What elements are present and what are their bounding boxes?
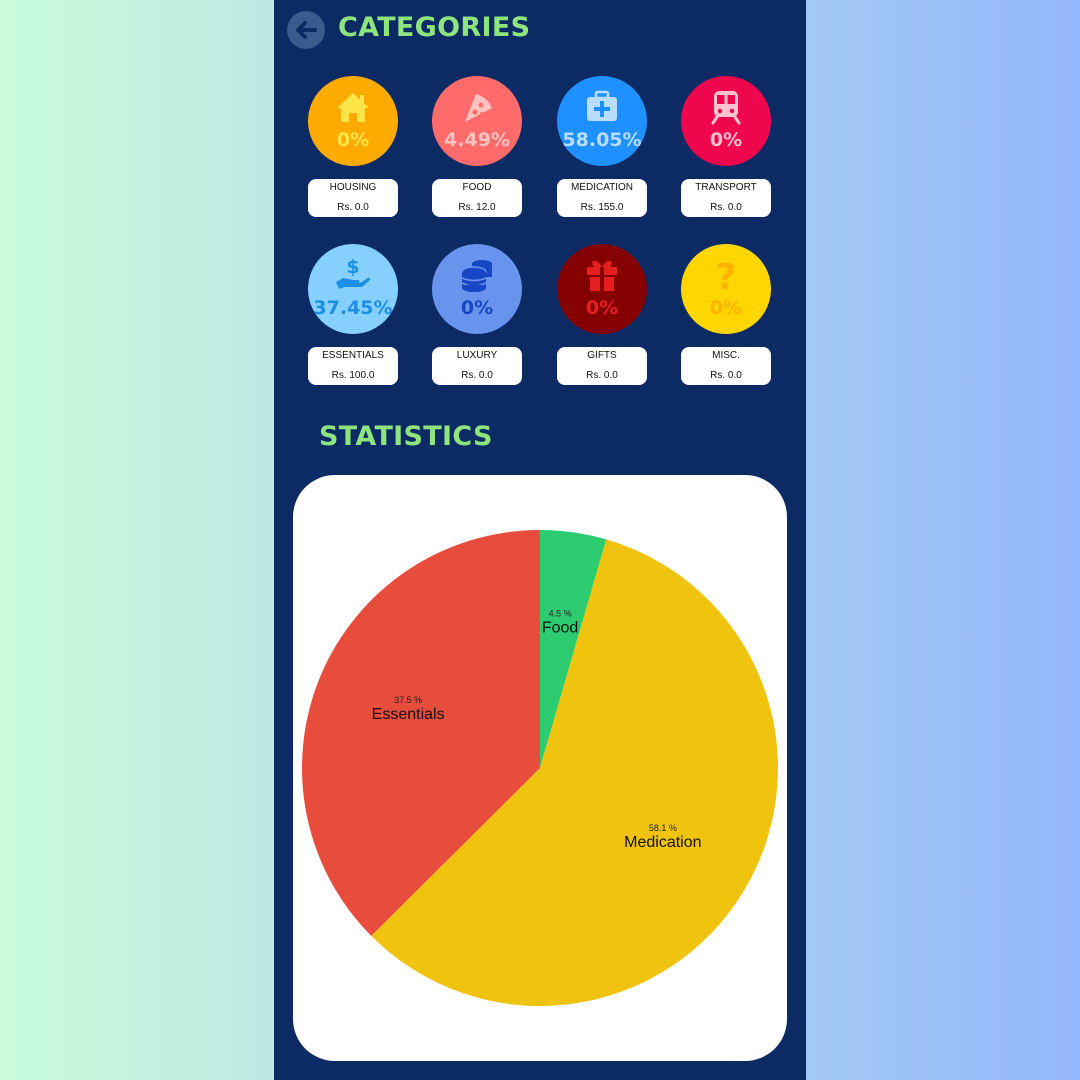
category-card: TRANSPORT Rs. 0.0	[681, 179, 771, 217]
category-card: LUXURY Rs. 0.0	[432, 347, 522, 385]
pie-slice-label: Medication	[624, 834, 701, 851]
category-amount: Rs. 0.0	[337, 202, 369, 213]
category-amount: Rs. 0.0	[586, 370, 618, 381]
category-percent: 58.05%	[562, 129, 642, 151]
svg-text:?: ?	[716, 257, 737, 294]
category-luxury[interactable]: 0% LUXURY Rs. 0.0	[431, 244, 523, 390]
category-icon-circle[interactable]: 0%	[432, 244, 522, 334]
category-name: FOOD	[462, 182, 492, 193]
category-transport[interactable]: 0% TRANSPORT Rs. 0.0	[680, 76, 772, 222]
medkit-icon	[587, 90, 617, 121]
category-amount: Rs. 0.0	[461, 370, 493, 381]
statistics-chart-card: 4.5 % Food 58.1 % Medication 37.5 % Essential…	[293, 475, 787, 1061]
category-icon-circle[interactable]: 4.49%	[432, 76, 522, 166]
train-icon	[711, 91, 741, 125]
category-name: GIFTS	[587, 350, 617, 361]
category-card: ESSENTIALS Rs. 100.0	[308, 347, 398, 385]
category-gifts[interactable]: 0% GIFTS Rs. 0.0	[556, 244, 648, 390]
category-icon-circle[interactable]: ? 0%	[681, 244, 771, 334]
category-housing[interactable]: 0% HOUSING Rs. 0.0	[307, 76, 399, 222]
category-name: ESSENTIALS	[322, 350, 384, 361]
category-essentials[interactable]: $ 37.45% ESSENTIALS Rs. 100.0	[307, 244, 399, 390]
pie-slice-percent: 58.1 %	[649, 823, 677, 833]
category-percent: 0%	[709, 129, 743, 151]
back-button[interactable]	[287, 11, 325, 49]
category-icon-circle[interactable]: 58.05%	[557, 76, 647, 166]
category-amount: Rs. 12.0	[458, 202, 496, 213]
category-percent: 0%	[336, 129, 370, 151]
category-misc[interactable]: ? 0% MISC. Rs. 0.0	[680, 244, 772, 390]
pizza-icon	[465, 94, 492, 122]
pie-slice-label: Food	[542, 620, 578, 637]
category-name: MEDICATION	[570, 182, 634, 193]
category-card: GIFTS Rs. 0.0	[557, 347, 647, 385]
category-icon-circle[interactable]: $ 37.45%	[308, 244, 398, 334]
pie-chart: 4.5 %Food 58.1 %Medication 37.5 %Essential…	[302, 530, 778, 1006]
category-icon-circle[interactable]: 0%	[557, 244, 647, 334]
app-screen: CATEGORIES 0% HOUSING Rs. 0.0 4.49% FOOD Rs.…	[274, 0, 806, 1080]
statistics-title: STATISTICS	[319, 421, 493, 452]
category-percent: 0%	[709, 297, 743, 319]
pie-slice-label: Essentials	[372, 706, 445, 723]
category-percent: 4.49%	[444, 129, 510, 151]
category-amount: Rs. 100.0	[331, 370, 375, 381]
pie-slice-percent: 37.5 %	[394, 695, 422, 705]
pie-slice-percent: 4.5 %	[549, 609, 572, 619]
gift-icon	[587, 260, 617, 291]
category-card: FOOD Rs. 12.0	[432, 179, 522, 217]
category-food[interactable]: 4.49% FOOD Rs. 12.0	[431, 76, 523, 222]
arrow-left-icon	[296, 21, 317, 39]
category-amount: Rs. 0.0	[710, 370, 742, 381]
house-icon	[337, 93, 369, 122]
question-icon: ?	[716, 257, 737, 294]
category-percent: 0%	[585, 297, 619, 319]
category-amount: Rs. 155.0	[580, 202, 624, 213]
svg-text:$: $	[346, 256, 359, 278]
category-card: MISC. Rs. 0.0	[681, 347, 771, 385]
coins-icon	[461, 260, 492, 292]
category-icon-circle[interactable]: 0%	[308, 76, 398, 166]
category-name: MISC.	[712, 350, 740, 361]
category-icon-circle[interactable]: 0%	[681, 76, 771, 166]
category-card: MEDICATION Rs. 155.0	[557, 179, 647, 217]
category-card: HOUSING Rs. 0.0	[308, 179, 398, 217]
hand-money-icon: $	[336, 256, 371, 289]
category-medication[interactable]: 58.05% MEDICATION Rs. 155.0	[556, 76, 648, 222]
category-name: HOUSING	[329, 182, 377, 193]
category-amount: Rs. 0.0	[710, 202, 742, 213]
page-title: CATEGORIES	[338, 12, 531, 43]
category-percent: 37.45%	[313, 297, 393, 319]
category-name: LUXURY	[456, 350, 498, 361]
category-name: TRANSPORT	[695, 182, 757, 193]
category-percent: 0%	[460, 297, 494, 319]
